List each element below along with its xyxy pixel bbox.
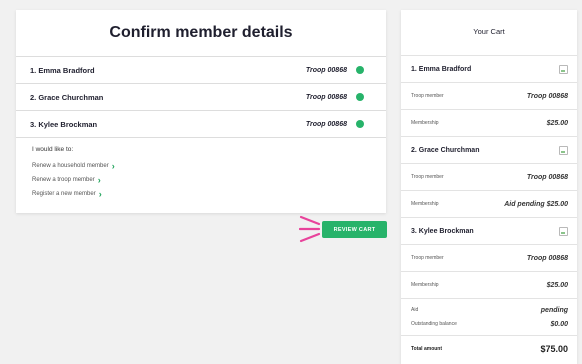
review-cart-button[interactable]: REVIEW CART bbox=[322, 221, 387, 238]
cart-line: Membership $25.00 bbox=[401, 110, 577, 137]
troop-label: Troop member bbox=[411, 174, 444, 180]
cart-line: Aid pending bbox=[401, 303, 577, 317]
option-label: Register a new member bbox=[32, 191, 96, 197]
member-troop: Troop 00868 bbox=[305, 93, 347, 101]
cart-line: Troop member Troop 00868 bbox=[401, 245, 577, 272]
cart-line: Membership Aid pending $25.00 bbox=[401, 191, 577, 218]
broken-image-icon bbox=[559, 65, 568, 74]
option-label: Renew a household member bbox=[32, 163, 109, 169]
chevron-right-icon: › bbox=[97, 174, 101, 185]
member-troop: Troop 00868 bbox=[305, 120, 347, 128]
membership-value: $25.00 bbox=[546, 119, 568, 127]
option-label: Renew a troop member bbox=[32, 177, 95, 183]
member-row: 3. Kylee Brockman Troop 00868 bbox=[16, 111, 386, 138]
troop-label: Troop member bbox=[411, 255, 444, 261]
cart-member-header: 1. Emma Bradford bbox=[401, 56, 577, 83]
member-name: 2. Grace Churchman bbox=[30, 92, 104, 102]
cart-member-name: 1. Emma Bradford bbox=[411, 65, 472, 73]
cart-line: Outstanding balance $0.00 bbox=[401, 317, 577, 331]
member-row: 2. Grace Churchman Troop 00868 bbox=[16, 84, 386, 111]
chevron-right-icon: › bbox=[111, 160, 115, 171]
cart-total: Total amount $75.00 bbox=[401, 336, 577, 362]
options-heading: I would like to: bbox=[32, 146, 74, 153]
cart-member-header: 2. Grace Churchman bbox=[401, 137, 577, 164]
troop-label: Troop member bbox=[411, 93, 444, 99]
outstanding-value: $0.00 bbox=[550, 320, 568, 328]
broken-image-icon bbox=[559, 146, 568, 155]
total-value: $75.00 bbox=[540, 344, 568, 354]
broken-image-icon bbox=[559, 227, 568, 236]
total-label: Total amount bbox=[411, 346, 443, 352]
confirm-members-panel: Confirm member details 1. Emma Bradford … bbox=[16, 10, 386, 213]
cart-title: Your Cart bbox=[401, 10, 577, 56]
member-name: 1. Emma Bradford bbox=[30, 65, 95, 75]
chevron-right-icon: › bbox=[98, 188, 102, 199]
status-dot-icon bbox=[356, 120, 364, 128]
cart-member-name: 3. Kylee Brockman bbox=[411, 227, 474, 235]
cart-member-name: 2. Grace Churchman bbox=[411, 146, 480, 154]
cart-line: Troop member Troop 00868 bbox=[401, 164, 577, 191]
page-title: Confirm member details bbox=[16, 10, 386, 57]
membership-label: Membership bbox=[411, 120, 439, 126]
member-name: 3. Kylee Brockman bbox=[30, 119, 98, 129]
status-dot-icon bbox=[356, 66, 364, 74]
troop-value: Troop 00868 bbox=[526, 173, 568, 181]
troop-value: Troop 00868 bbox=[526, 254, 568, 262]
membership-value: Aid pending $25.00 bbox=[504, 200, 568, 208]
status-dot-icon bbox=[356, 93, 364, 101]
options-section: I would like to: Renew a household membe… bbox=[16, 138, 386, 201]
outstanding-label: Outstanding balance bbox=[411, 321, 457, 327]
member-row: 1. Emma Bradford Troop 00868 bbox=[16, 57, 386, 84]
aid-value: pending bbox=[540, 306, 568, 314]
cart-panel: Your Cart 1. Emma Bradford Troop member … bbox=[401, 10, 577, 364]
renew-troop-member-link[interactable]: Renew a troop member › bbox=[32, 173, 386, 187]
renew-household-member-link[interactable]: Renew a household member › bbox=[32, 159, 386, 173]
cart-member-header: 3. Kylee Brockman bbox=[401, 218, 577, 245]
troop-value: Troop 00868 bbox=[526, 92, 568, 100]
member-troop: Troop 00868 bbox=[305, 66, 347, 74]
membership-value: $25.00 bbox=[546, 281, 568, 289]
register-new-member-link[interactable]: Register a new member › bbox=[32, 187, 386, 201]
aid-label: Aid bbox=[411, 307, 419, 313]
cart-line: Troop member Troop 00868 bbox=[401, 83, 577, 110]
membership-label: Membership bbox=[411, 201, 439, 207]
membership-label: Membership bbox=[411, 282, 439, 288]
cart-line: Membership $25.00 bbox=[401, 272, 577, 299]
highlight-annotation-icon bbox=[299, 215, 321, 243]
